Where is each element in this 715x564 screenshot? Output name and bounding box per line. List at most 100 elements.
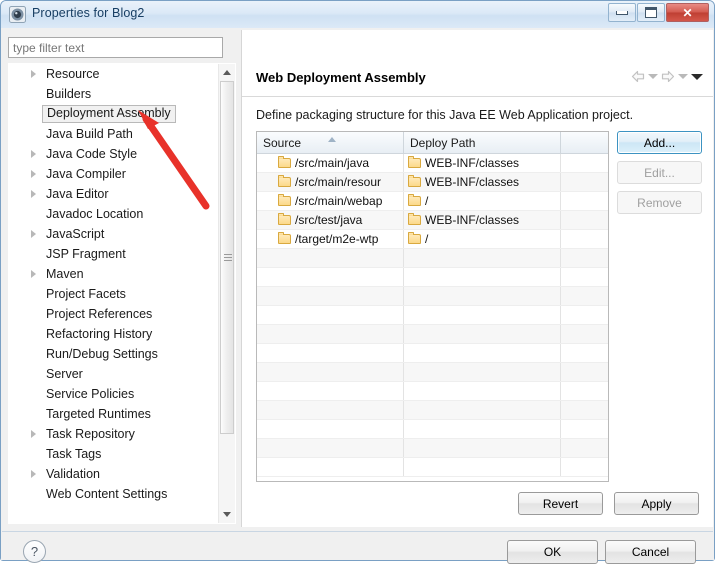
cell-empty — [404, 439, 561, 457]
table-row-empty[interactable] — [257, 382, 608, 401]
table-row-empty[interactable] — [257, 306, 608, 325]
table-row-empty[interactable] — [257, 249, 608, 268]
sidebar-item-label: Resource — [46, 67, 100, 81]
cancel-button[interactable]: Cancel — [605, 540, 696, 564]
table-row-empty[interactable] — [257, 458, 608, 477]
sidebar-item-javascript[interactable]: JavaScript — [9, 224, 215, 244]
remove-button[interactable]: Remove — [617, 191, 702, 214]
table-row-empty[interactable] — [257, 420, 608, 439]
sidebar-item-label: Java Code Style — [46, 147, 138, 161]
back-menu-chevron-down-icon[interactable] — [648, 74, 658, 79]
table-row-empty[interactable] — [257, 401, 608, 420]
sidebar-item-run-debug-settings[interactable]: Run/Debug Settings — [9, 344, 215, 364]
table-row-empty[interactable] — [257, 325, 608, 344]
table-header-row: Source Deploy Path — [257, 132, 608, 154]
expand-triangle-icon[interactable] — [31, 430, 36, 438]
cell-source: /src/main/webap — [257, 192, 404, 210]
sidebar-item-targeted-runtimes[interactable]: Targeted Runtimes — [9, 404, 215, 424]
scrollbar-grip-icon — [224, 253, 232, 262]
back-arrow-icon[interactable] — [631, 70, 645, 83]
sidebar-item-project-references[interactable]: Project References — [9, 304, 215, 324]
cell-source-label: /src/main/webap — [295, 194, 383, 208]
window-minimize-button[interactable] — [608, 3, 636, 22]
cell-source-label: /src/main/resour — [295, 175, 382, 189]
table-row-empty[interactable] — [257, 344, 608, 363]
revert-button[interactable]: Revert — [518, 492, 603, 515]
sidebar-item-task-tags[interactable]: Task Tags — [9, 444, 215, 464]
sidebar-item-project-facets[interactable]: Project Facets — [9, 284, 215, 304]
sidebar-item-label: Task Tags — [46, 447, 102, 461]
apply-button[interactable]: Apply — [614, 492, 699, 515]
table-row-empty[interactable] — [257, 363, 608, 382]
expand-triangle-icon[interactable] — [31, 270, 36, 278]
sidebar-item-server[interactable]: Server — [9, 364, 215, 384]
ok-button[interactable]: OK — [507, 540, 598, 564]
table-row[interactable]: /src/test/java WEB-INF/classes — [257, 211, 608, 230]
edit-button[interactable]: Edit... — [617, 161, 702, 184]
column-header-source[interactable]: Source — [257, 132, 404, 153]
expand-triangle-icon[interactable] — [31, 150, 36, 158]
window-close-button[interactable]: ✕ — [666, 3, 709, 22]
scroll-down-arrow[interactable] — [219, 506, 235, 523]
cell-source-label: /src/test/java — [295, 213, 363, 227]
tree-scrollbar-thumb[interactable] — [220, 81, 234, 434]
sidebar-item-web-content-settings[interactable]: Web Content Settings — [9, 484, 215, 504]
cell-source-label: /src/main/java — [295, 156, 370, 170]
table-row-empty[interactable] — [257, 268, 608, 287]
cell-empty — [404, 458, 561, 476]
forward-arrow-icon[interactable] — [661, 70, 675, 83]
cell-blank — [561, 211, 608, 229]
sidebar-item-java-editor[interactable]: Java Editor — [9, 184, 215, 204]
column-header-source-label: Source — [263, 135, 302, 150]
expand-triangle-icon[interactable] — [31, 70, 36, 78]
sort-ascending-icon — [328, 137, 336, 142]
sidebar-item-jsp-fragment[interactable]: JSP Fragment — [9, 244, 215, 264]
filter-input[interactable] — [8, 37, 223, 58]
title-separator — [242, 96, 713, 97]
column-header-blank[interactable] — [561, 132, 608, 153]
sidebar-item-validation[interactable]: Validation — [9, 464, 215, 484]
expand-triangle-icon[interactable] — [31, 190, 36, 198]
column-header-deploy-path[interactable]: Deploy Path — [404, 132, 561, 153]
folder-icon — [408, 156, 421, 168]
more-menu-chevron-down-icon[interactable] — [691, 73, 703, 80]
table-row[interactable]: /src/main/java WEB-INF/classes — [257, 154, 608, 173]
cell-blank — [561, 173, 608, 191]
cell-empty — [257, 268, 404, 286]
sidebar-item-javadoc-location[interactable]: Javadoc Location — [9, 204, 215, 224]
forward-menu-chevron-down-icon[interactable] — [678, 74, 688, 79]
table-row-empty[interactable] — [257, 287, 608, 306]
minimize-icon — [609, 4, 635, 21]
sidebar-item-task-repository[interactable]: Task Repository — [9, 424, 215, 444]
table-row[interactable]: /target/m2e-wtp / — [257, 230, 608, 249]
expand-triangle-icon[interactable] — [31, 170, 36, 178]
sidebar-item-service-policies[interactable]: Service Policies — [9, 384, 215, 404]
sidebar-item-refactoring-history[interactable]: Refactoring History — [9, 324, 215, 344]
window-maximize-button[interactable] — [637, 3, 665, 22]
help-icon[interactable]: ? — [23, 540, 46, 563]
sidebar-item-label: JavaScript — [46, 227, 105, 241]
sidebar-item-resource[interactable]: Resource — [9, 64, 215, 84]
sidebar-item-java-code-style[interactable]: Java Code Style — [9, 144, 215, 164]
table-row[interactable]: /src/main/resour WEB-INF/classes — [257, 173, 608, 192]
cell-deploy-path-label: / — [425, 194, 429, 208]
scroll-up-icon — [223, 70, 231, 75]
sidebar-item-maven[interactable]: Maven — [9, 264, 215, 284]
cell-empty — [561, 249, 608, 267]
table-row[interactable]: /src/main/webap / — [257, 192, 608, 211]
settings-tree: Resource Builders Deployment Assembly Java … — [8, 63, 236, 524]
cell-empty — [561, 268, 608, 286]
table-row-empty[interactable] — [257, 439, 608, 458]
sidebar-item-deployment-assembly[interactable]: Deployment Assembly — [9, 104, 215, 124]
sidebar-item-label: Web Content Settings — [46, 487, 168, 501]
cell-empty — [404, 401, 561, 419]
sidebar-item-java-compiler[interactable]: Java Compiler — [9, 164, 215, 184]
scroll-up-arrow[interactable] — [219, 64, 235, 81]
sidebar-item-builders[interactable]: Builders — [9, 84, 215, 104]
tree-scrollbar[interactable] — [218, 64, 235, 523]
expand-triangle-icon[interactable] — [31, 230, 36, 238]
expand-triangle-icon[interactable] — [31, 470, 36, 478]
add-button[interactable]: Add... — [617, 131, 702, 154]
cell-deploy-path-label: WEB-INF/classes — [425, 213, 520, 227]
sidebar-item-java-build-path[interactable]: Java Build Path — [9, 124, 215, 144]
